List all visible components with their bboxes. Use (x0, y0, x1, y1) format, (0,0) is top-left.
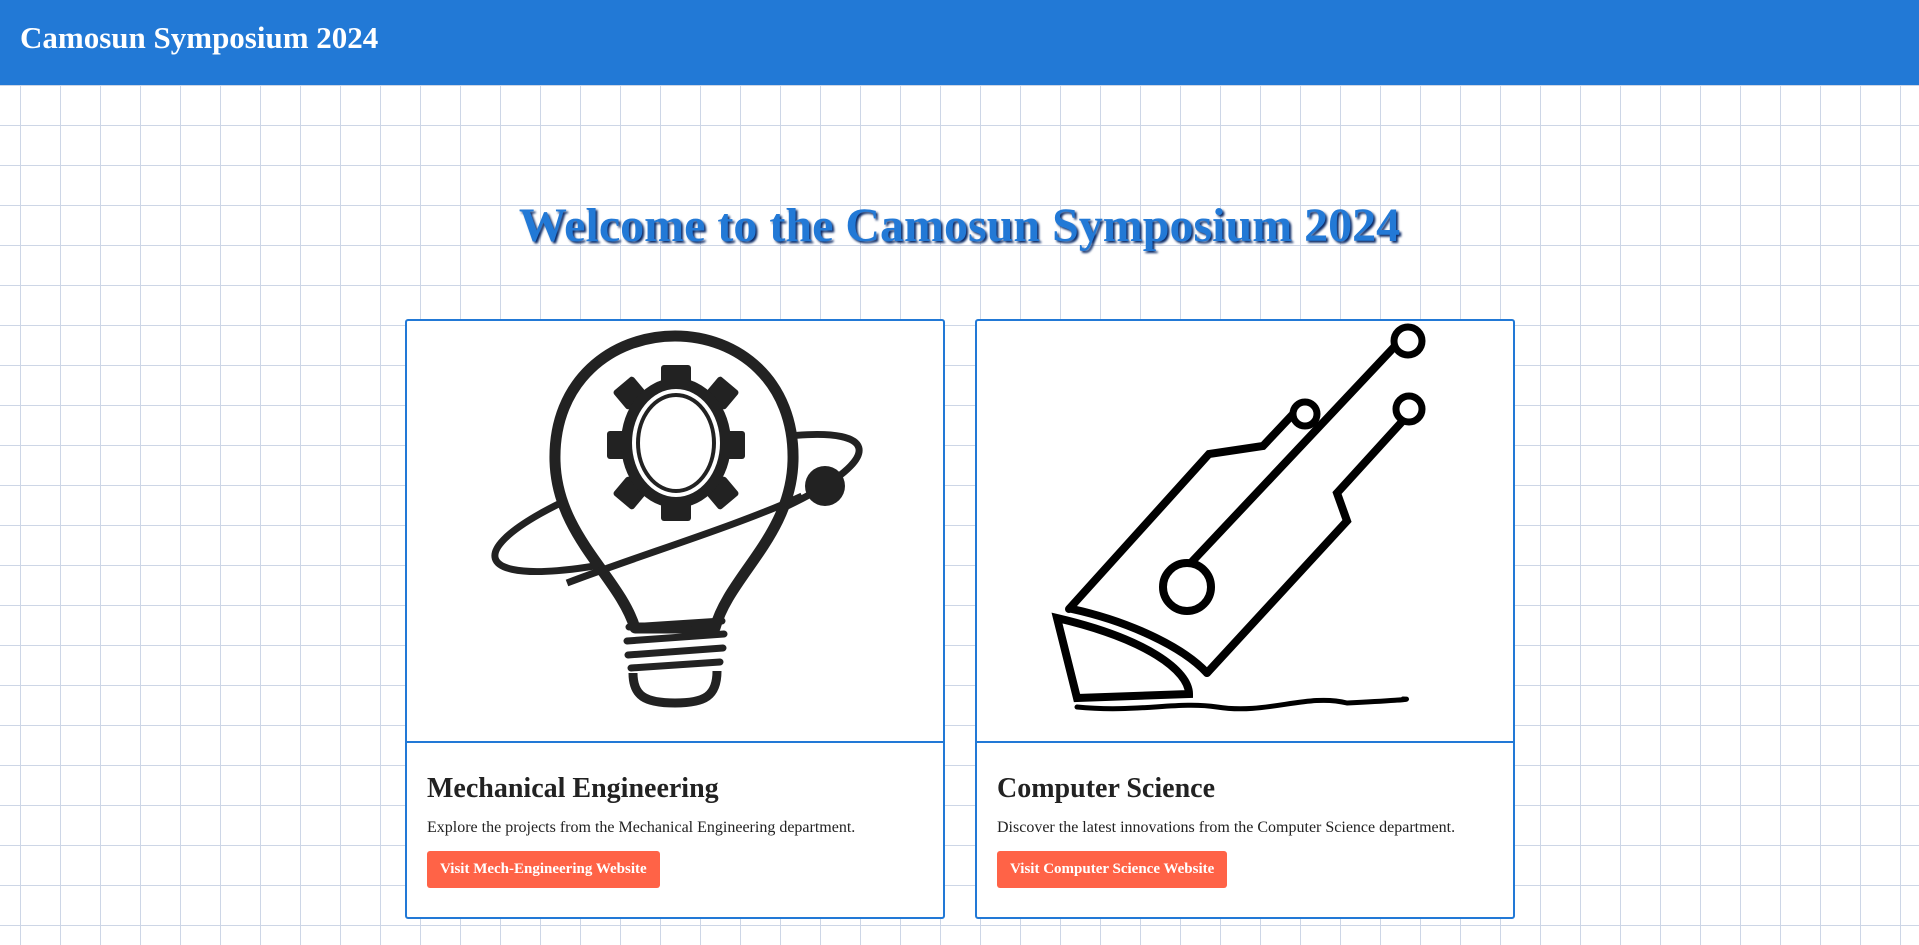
card-description: Discover the latest innovations from the… (997, 819, 1456, 836)
circuit-pen-icon (1051, 323, 1426, 712)
site-header: Camosun Symposium 2024 (0, 0, 1919, 85)
card-image-area (977, 321, 1513, 743)
site-title: Camosun Symposium 2024 (20, 19, 379, 55)
card-title: Mechanical Engineering (427, 773, 719, 804)
card-computer-science: Computer Science Discover the latest inn… (975, 319, 1515, 919)
card-image-area (407, 321, 943, 743)
card-body: Computer Science Discover the latest inn… (977, 743, 1513, 888)
card-mechanical-engineering: Mechanical Engineering Explore the proje… (405, 319, 945, 919)
card-body: Mechanical Engineering Explore the proje… (407, 743, 943, 888)
welcome-heading: Welcome to the Camosun Symposium 2024 (518, 199, 1401, 252)
card-description: Explore the projects from the Mechanical… (427, 819, 856, 836)
lightbulb-gear-icon (491, 330, 863, 708)
visit-mech-engineering-button[interactable]: Visit Mech-Engineering Website (427, 851, 660, 888)
visit-computer-science-button[interactable]: Visit Computer Science Website (997, 851, 1228, 888)
card-title: Computer Science (997, 773, 1215, 804)
